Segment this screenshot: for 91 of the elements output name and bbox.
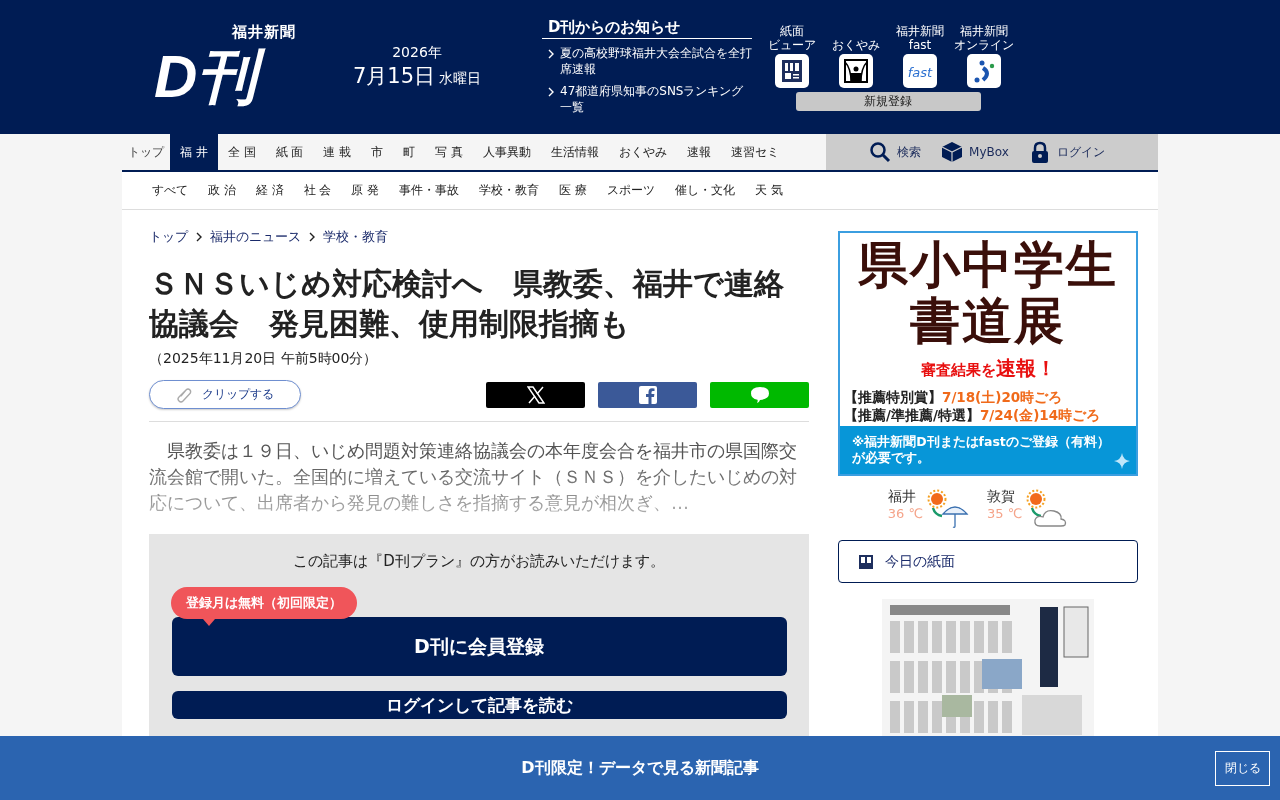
facebook-icon (638, 385, 657, 404)
weather-temperature: 35 ℃ (987, 506, 1023, 521)
category-link[interactable]: すべて (142, 182, 198, 199)
breadcrumb-link[interactable]: 学校・教育 (323, 228, 388, 246)
date-year: 2026年 (392, 44, 442, 62)
nav-tab[interactable]: 人事異動 (473, 134, 542, 170)
weekday: 水曜日 (439, 70, 482, 88)
article-date: （2025年11月20日 午前5時00分） (149, 350, 379, 368)
ad-title: 書道展 (910, 293, 1066, 349)
date-day: 7月15日 (352, 62, 436, 90)
app-label: おくやみ (832, 37, 880, 52)
sun-umbrella-icon (927, 488, 969, 530)
breadcrumb-link[interactable]: トップ (149, 228, 188, 246)
notices-title: D刊からのお知らせ (542, 18, 752, 39)
promo-bar[interactable]: D刊限定！データで見る新聞記事 閉じる (0, 736, 1280, 800)
logo-subtitle: 福井新聞 (232, 23, 296, 42)
article-title: ＳＮＳいじめ対応検討へ 県教委、福井で連絡協議会 発見困難、使用制限指摘も (149, 265, 785, 343)
search-link[interactable]: 検索 (869, 141, 922, 163)
category-link[interactable]: 原 発 (341, 182, 390, 199)
free-badge: 登録月は無料（初回限定） (171, 587, 357, 619)
category-link[interactable]: 事件・事故 (389, 182, 470, 199)
chevron-icon (548, 49, 554, 59)
category-link[interactable]: 経 済 (245, 182, 294, 199)
chevron-icon (196, 232, 202, 242)
notice-link[interactable]: 夏の高校野球福井大会全試合を全打席速報 (560, 45, 752, 77)
category-link[interactable]: 医 療 (549, 182, 598, 199)
promo-text: D刊限定！データで見る新聞記事 (521, 757, 759, 779)
paywall-message: この記事は『D刊プラン』の方がお読みいただけます。 (293, 552, 665, 571)
category-link[interactable]: スポーツ (597, 182, 666, 199)
ad-note: ※福井新聞D刊またはfastのご登録（有料）が必要です。 (852, 434, 1110, 465)
register-button[interactable]: D刊に会員登録 (171, 617, 787, 676)
altar-icon[interactable] (839, 53, 873, 88)
app-label: 福井新聞 fast (896, 23, 944, 52)
newspaper-icon[interactable] (775, 53, 809, 88)
nav-tab[interactable]: おくやみ (609, 134, 678, 170)
notice-link[interactable]: 47都道府県知事のSNSランキング一覧 (560, 83, 752, 115)
ad-headline-emphasis: 速報！ (995, 355, 1056, 382)
weather-city: 福井 (887, 488, 917, 506)
nav-tab[interactable]: 速習セミ (721, 134, 790, 170)
chevron-icon (309, 232, 315, 242)
nav-tab[interactable]: 全 国 (217, 134, 266, 170)
search-icon (869, 141, 892, 163)
nav-tab[interactable]: 速報 (677, 134, 722, 170)
breadcrumb-link[interactable]: 福井のニュース (210, 228, 301, 246)
logo[interactable]: D刊 (152, 41, 266, 113)
category-link[interactable]: 学校・教育 (469, 182, 550, 199)
weather-city: 敦賀 (987, 488, 1016, 506)
nav-tab[interactable]: 市 (361, 134, 394, 170)
dots-app-icon[interactable] (967, 53, 1001, 88)
weather-temperature: 36 ℃ (887, 506, 923, 521)
speech-bubble-icon (749, 385, 770, 404)
prize-date: 7/18(土)20時ごろ (942, 388, 1063, 406)
login-button[interactable]: ログインして記事を読む (171, 691, 787, 719)
register-button[interactable]: 新規登録 (795, 91, 981, 111)
ad-headline: 審査結果を (920, 361, 996, 380)
nav-tab[interactable]: 福 井 (170, 134, 218, 170)
fast-app-icon[interactable]: fast (903, 53, 937, 88)
article-lead: 県教委は１９日、いじめ問題対策連絡協議会の本年度会合を福井市の県国際交流会館で開いた。全国的に増えている交流サイト（ＳＮＳ）を介したいじめの対応について、出席者から発見の難しさを指摘する意見が相次ぎ、… (149, 439, 798, 515)
paperclip-icon (176, 386, 192, 403)
close-button[interactable]: 閉じる (1215, 751, 1270, 786)
app-label: 紙面 ビューア (768, 23, 816, 52)
box-link[interactable]: MyBox (941, 141, 1009, 163)
x-share-button[interactable] (486, 381, 585, 408)
nav-tab[interactable]: 紙 面 (265, 134, 314, 170)
nav-tab[interactable]: 町 (393, 134, 426, 170)
cube-icon (941, 141, 964, 163)
app-label: 福井新聞 オンライン (954, 23, 1014, 52)
lock-link[interactable]: ログイン (1028, 141, 1105, 163)
nav-tab[interactable]: トップ (122, 134, 170, 170)
sparkle-icon (1114, 453, 1130, 469)
nav-tab[interactable]: 生活情報 (541, 134, 610, 170)
nav-tab[interactable]: 写 真 (425, 134, 474, 170)
newspaper-icon (859, 554, 873, 569)
prize-label: 【推薦/準推薦/特選】 (844, 406, 980, 424)
ad-title: 県小中学生 (858, 237, 1118, 293)
todays-paper-button[interactable]: 今日の紙面 (838, 540, 1138, 583)
line-share-button[interactable] (710, 381, 809, 408)
sun-cloud-icon (1026, 488, 1069, 530)
category-link[interactable]: 社 会 (293, 182, 342, 199)
badge-pointer-icon (203, 619, 215, 626)
prize-date: 7/24(金)14時ごろ (979, 406, 1101, 424)
facebook-share-button[interactable] (598, 381, 697, 408)
chevron-icon (548, 87, 554, 97)
ad-banner[interactable]: 県小中学生 書道展 審査結果を速報！ 【推薦特別賞】7/18(土)20時ごろ 【推薦/準推薦/特選】7/24(金)14時ごろ ※福井新聞D刊またはfastのご登録（有料）が必要です。 (838, 231, 1138, 476)
nav-tab[interactable]: 連 載 (313, 134, 362, 170)
category-link[interactable]: 天 気 (745, 182, 793, 199)
prize-label: 【推薦特別賞】 (844, 388, 942, 406)
clip-button[interactable]: クリップする (149, 380, 301, 409)
category-link[interactable]: 政 治 (198, 182, 246, 199)
category-link[interactable]: 催し・文化 (665, 182, 746, 199)
x-logo-icon (526, 385, 545, 404)
